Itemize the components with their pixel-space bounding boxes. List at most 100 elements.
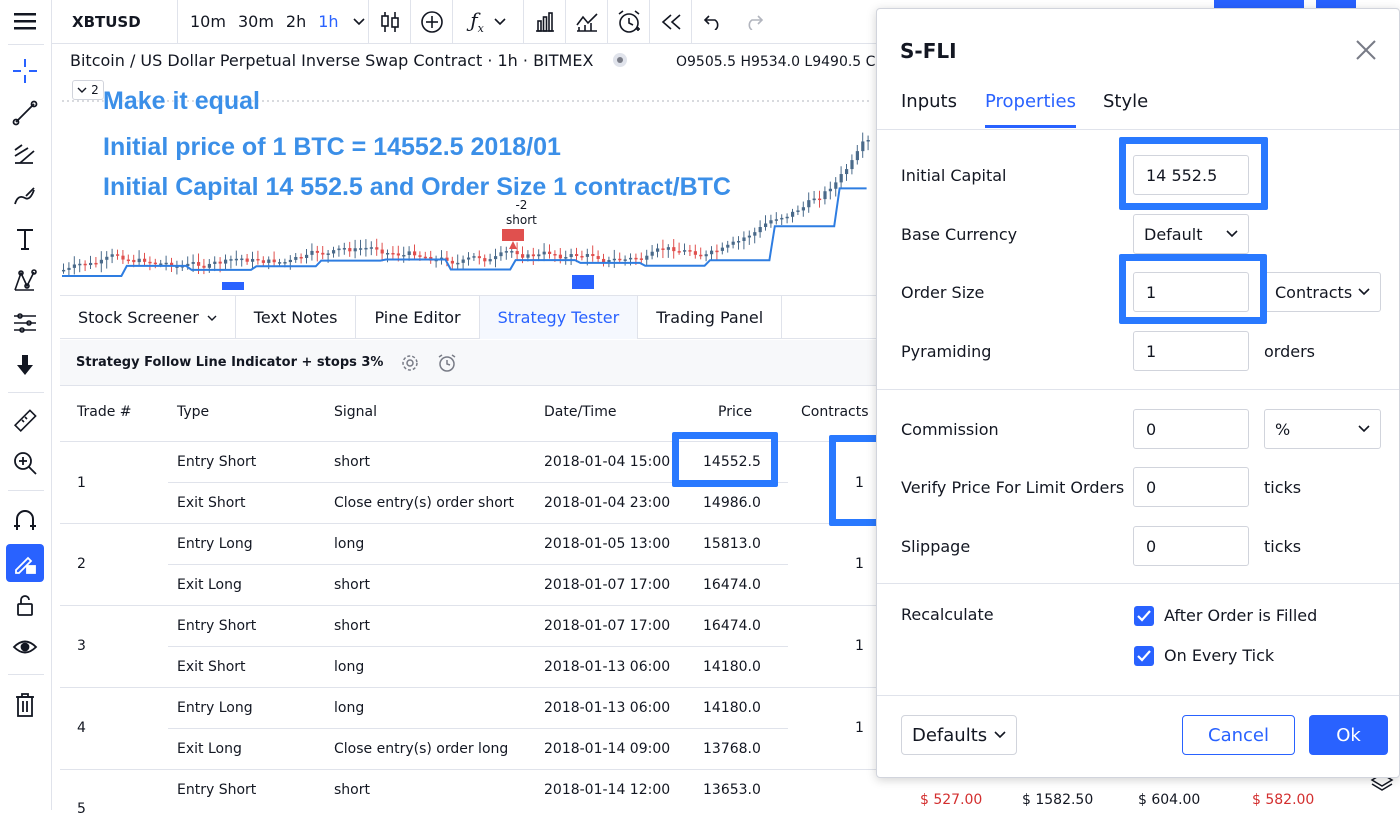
col-header-signal[interactable]: Signal [334, 404, 377, 420]
compare-plus-icon[interactable] [411, 0, 452, 44]
candle-body [737, 240, 741, 243]
value-cell: $ 527.00 [920, 792, 983, 808]
lock-icon[interactable] [6, 586, 44, 624]
after-order-filled-checkbox[interactable] [1134, 606, 1154, 626]
tab-text-notes[interactable]: Text Notes [236, 296, 357, 339]
col-header-trade[interactable]: Trade # [77, 404, 132, 420]
candle-body [321, 252, 325, 255]
account-button-edge[interactable] [1316, 0, 1356, 8]
long-signal-marker [572, 275, 594, 289]
candle-body [569, 254, 573, 258]
interval-10m[interactable]: 10m [184, 12, 232, 31]
close-icon[interactable] [1355, 39, 1383, 67]
interval-1h[interactable]: 1h [312, 12, 344, 31]
replay-icon[interactable] [650, 0, 691, 44]
order-size-label: Order Size [901, 283, 985, 302]
candle-body [456, 262, 460, 265]
verify-price-input[interactable]: 0 [1133, 467, 1249, 507]
undo-icon[interactable] [692, 0, 733, 44]
initial-capital-label: Initial Capital [901, 166, 1007, 185]
tab-properties[interactable]: Properties [985, 91, 1076, 128]
templates-icon[interactable] [524, 0, 565, 44]
candle-body [315, 250, 319, 253]
order-size-unit-select[interactable]: Contracts [1264, 272, 1381, 312]
trade-type: Entry Long [177, 536, 253, 552]
highlight-initial-capital [1119, 137, 1268, 210]
col-header-price[interactable]: Price [718, 404, 752, 420]
trade-datetime: 2018-01-07 17:00 [544, 618, 671, 634]
tab-style[interactable]: Style [1103, 91, 1148, 125]
slippage-input[interactable]: 0 [1133, 526, 1249, 566]
menu-icon[interactable] [6, 2, 44, 40]
row-divider [60, 687, 882, 688]
chevron-down-icon [1358, 425, 1370, 433]
base-currency-value: Default [1144, 224, 1203, 244]
pyramiding-unit: orders [1264, 342, 1315, 361]
col-header-type[interactable]: Type [177, 404, 209, 420]
candle-body [715, 250, 719, 253]
chevron-down-icon[interactable] [345, 17, 365, 26]
candle-body [510, 251, 514, 253]
tab-pine-editor[interactable]: Pine Editor [356, 296, 480, 339]
arrow-down-icon[interactable] [6, 346, 44, 384]
candle-body [774, 219, 778, 221]
trade-datetime: 2018-01-14 12:00 [544, 782, 671, 798]
col-header-contracts[interactable]: Contracts [801, 404, 869, 420]
commission-type-select[interactable]: % [1264, 409, 1381, 449]
row-divider [60, 605, 882, 606]
candle-body [402, 254, 406, 257]
candle-body [396, 253, 400, 256]
eye-icon[interactable] [6, 628, 44, 666]
tab-stock-screener[interactable]: Stock Screener [60, 296, 236, 339]
brush-icon[interactable] [6, 178, 44, 216]
interval-2h[interactable]: 2h [280, 12, 312, 31]
candle-body [83, 263, 87, 266]
alert-clock-icon[interactable] [437, 353, 457, 373]
gear-icon[interactable] [401, 354, 419, 372]
pyramiding-input[interactable]: 1 [1133, 331, 1249, 371]
tab-trading-panel[interactable]: Trading Panel [638, 296, 783, 339]
trash-icon[interactable] [6, 686, 44, 724]
trend-line-icon[interactable] [6, 94, 44, 132]
magnet-icon[interactable] [6, 502, 44, 540]
cancel-button[interactable]: Cancel [1182, 715, 1295, 755]
crosshair-icon[interactable] [6, 52, 44, 90]
alert-clock-icon[interactable] [608, 0, 649, 44]
ruler-icon[interactable] [6, 402, 44, 440]
pattern-icon[interactable] [6, 262, 44, 300]
base-currency-select[interactable]: Default [1133, 214, 1249, 254]
indicators-button[interactable]: ƒx [453, 0, 523, 44]
row-divider [168, 728, 788, 729]
col-header-datetime[interactable]: Date/Time [544, 404, 616, 420]
commission-input[interactable]: 0 [1133, 409, 1249, 449]
short-signal-marker [502, 229, 524, 241]
trade-signal: short [334, 454, 370, 470]
candle-body [391, 252, 395, 255]
ohlc-values: O9505.5 H9534.0 L9490.5 C9 [676, 54, 885, 70]
toolbar-divider [8, 44, 44, 45]
stay-in-drawing-mode-icon[interactable] [6, 544, 44, 582]
fib-retracement-icon[interactable] [6, 136, 44, 174]
publish-button-edge[interactable] [1214, 0, 1304, 8]
text-tool-icon[interactable] [6, 220, 44, 258]
candle-body [542, 251, 546, 255]
interval-30m[interactable]: 30m [232, 12, 280, 31]
trade-number: 5 [77, 801, 86, 817]
strategy-icon[interactable] [566, 0, 607, 44]
on-every-tick-checkbox[interactable] [1134, 646, 1154, 666]
tab-inputs[interactable]: Inputs [901, 91, 957, 125]
tab-strategy-tester[interactable]: Strategy Tester [479, 296, 639, 339]
trade-signal: long [334, 536, 365, 552]
slippage-label: Slippage [901, 537, 971, 556]
redo-icon[interactable] [733, 0, 774, 44]
recalculate-label: Recalculate [901, 605, 994, 624]
symbol-search[interactable]: XBTUSD [52, 13, 177, 31]
candle-body [99, 259, 103, 264]
ok-button[interactable]: Ok [1309, 715, 1388, 755]
trade-number: 3 [77, 638, 86, 654]
defaults-button[interactable]: Defaults [901, 715, 1017, 755]
prediction-icon[interactable] [6, 304, 44, 342]
candle-body [499, 252, 503, 257]
candles-icon[interactable] [369, 0, 410, 44]
zoom-in-icon[interactable] [6, 444, 44, 482]
